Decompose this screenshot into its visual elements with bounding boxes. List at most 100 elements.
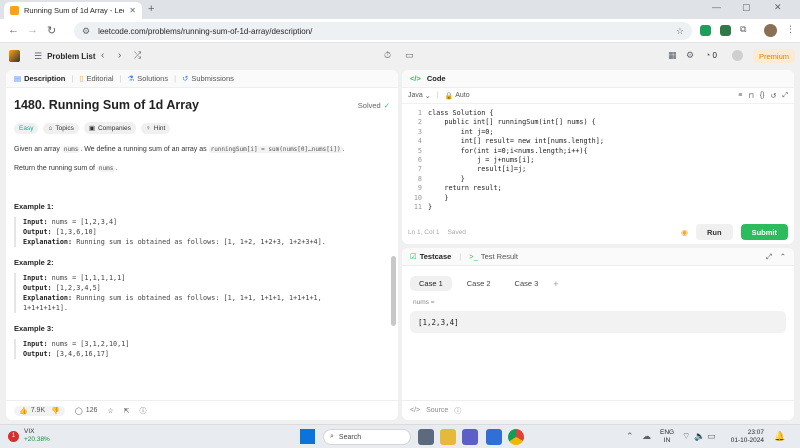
input-label: Input: [23,340,48,348]
hint-tag[interactable]: ♀ Hint [140,122,171,134]
description-scrollbar[interactable] [391,256,396,326]
volume-icon[interactable]: 🔈 [694,431,705,442]
solved-label: Solved [357,100,381,110]
like-button[interactable]: 👍 7.9K 👎 [14,405,65,416]
lang-region: IN [663,437,671,444]
profile-avatar[interactable] [764,24,777,37]
submit-button[interactable]: Submit [740,224,788,240]
info-icon[interactable]: ⓘ [454,406,461,416]
layout-icon[interactable]: ▦ [668,50,677,61]
code-editor[interactable]: 1 2 3 4 5 6 7 8 9 10 11 class Solution {… [402,104,794,212]
taskbar-search[interactable]: ⌕ Search [323,429,411,445]
case-tab-2[interactable]: Case 2 [458,276,500,291]
code-line: } [428,202,433,211]
clock-time: 23:07 [747,429,764,436]
star-icon[interactable]: ☆ [107,407,113,415]
tray-chevron-up-icon[interactable]: ⌃ [626,431,634,442]
comments-button[interactable]: ◯ 126 [75,407,98,415]
clock[interactable]: 23:07 01-10-2024 [724,429,764,445]
cloud-icon[interactable]: ☁ [642,431,651,442]
stock-widget[interactable]: 1 VIX +20.38% [8,428,50,444]
extension-green-icon[interactable] [700,25,711,36]
bookmark-icon[interactable]: ⊓ [748,92,753,100]
language-indicator[interactable]: ENG IN [660,429,674,445]
leetcode-logo-icon[interactable] [9,50,20,62]
input-label: Input: [23,218,48,226]
desc-text: . We define a running sum of an array as [80,146,209,153]
debug-icon[interactable]: ◉ [681,228,688,237]
run-button[interactable]: Run [695,224,733,240]
reload-icon[interactable]: ↻ [47,24,56,37]
windows-start-icon[interactable] [300,429,315,444]
fullscreen-icon[interactable]: ⤢ [782,92,788,100]
lock-icon: ▣ [88,125,95,132]
notifications[interactable]: ◔ 0 [705,50,717,60]
source-label[interactable]: Source [426,407,448,414]
code-line: result[i]=j; [428,165,527,174]
next-problem-icon[interactable]: › [118,50,121,61]
new-tab-icon[interactable]: + [148,3,154,15]
tab-editorial-label: Editorial [86,74,114,83]
prev-problem-icon[interactable]: ‹ [101,50,104,61]
notification-bell-icon[interactable]: 🔔 [774,431,785,442]
tab-testcase[interactable]: ☑ Testcase [410,252,451,261]
description-icon: ▤ [14,74,22,83]
desc-code: nums [96,165,116,172]
battery-icon[interactable]: ▭ [707,431,716,442]
braces-icon[interactable]: {} [760,92,765,99]
problem-list-button[interactable]: ☰ Problem List [34,51,96,62]
problem-title: 1480. Running Sum of 1d Array [14,98,199,112]
help-icon[interactable]: ⓘ [140,406,147,416]
shuffle-icon[interactable]: ⤮ [134,50,141,61]
thumbs-down-icon[interactable]: 👎 [51,407,60,415]
tab-solutions[interactable]: ⚗ Solutions [128,74,169,83]
minimize-window-icon[interactable]: — [712,2,721,12]
forward-arrow-icon[interactable]: → [27,24,38,36]
close-tab-icon[interactable]: ✕ [129,6,136,15]
close-window-icon[interactable]: ✕ [774,2,782,13]
file-explorer-icon[interactable] [440,429,456,445]
browser-menu-icon[interactable]: ⋮ [786,24,795,35]
user-avatar[interactable] [732,50,743,61]
case-tab-3[interactable]: Case 3 [506,276,548,291]
language-select[interactable]: Java ⌄ [408,92,431,100]
extension-shield-icon[interactable] [720,25,731,36]
site-info-icon[interactable]: ⚙ [82,26,90,37]
timer-icon[interactable]: ⏱ [384,50,391,61]
explanation-label: Explanation: [23,238,73,246]
tab-submissions[interactable]: ↺ Submissions [182,74,234,83]
companies-tag[interactable]: ▣ Companies [83,122,136,134]
auto-toggle[interactable]: 🔒 Auto [445,92,470,100]
add-case-icon[interactable]: + [553,279,558,289]
gallery-app-icon[interactable] [418,429,434,445]
reset-icon[interactable]: ↺ [771,92,777,100]
tab-description[interactable]: ▤ Description [14,74,65,83]
premium-button[interactable]: Premium [753,49,795,63]
expand-icon[interactable]: ⤢ [766,252,772,262]
share-icon[interactable]: ⇱ [124,407,130,415]
line-number: 7 [417,165,422,174]
tab-editorial[interactable]: ▯ Editorial [79,74,113,83]
back-arrow-icon[interactable]: ← [8,24,19,36]
difficulty-tag[interactable]: Easy [14,122,39,134]
tab-test-result-label: Test Result [480,252,518,261]
bookmark-star-icon[interactable]: ☆ [676,26,684,37]
notes-icon[interactable]: ▭ [405,50,414,61]
extensions-icon[interactable]: ⧉ [740,24,746,35]
teams-icon[interactable] [462,429,478,445]
browser-tab[interactable]: Running Sum of 1d Array - Leet ✕ [4,2,142,19]
topics-tag[interactable]: ⌂ Topics [43,122,79,134]
wifi-icon[interactable]: ⌔ [682,431,690,442]
tab-test-result[interactable]: >_ Test Result [469,252,518,261]
address-bar[interactable]: ⚙ leetcode.com/problems/running-sum-of-1… [74,22,692,40]
tag-icon: ⌂ [48,124,53,132]
maximize-window-icon[interactable]: ▢ [742,2,751,13]
format-icon[interactable]: ≡ [738,92,742,99]
settings-gear-icon[interactable]: ⚙ [686,50,694,61]
chrome-icon[interactable] [508,429,524,445]
store-icon[interactable] [486,429,502,445]
case-tab-1[interactable]: Case 1 [410,276,452,291]
nums-input[interactable]: [1,2,3,4] [410,311,786,333]
collapse-icon[interactable]: ⌃ [780,252,786,261]
terminal-icon: >_ [469,252,478,261]
